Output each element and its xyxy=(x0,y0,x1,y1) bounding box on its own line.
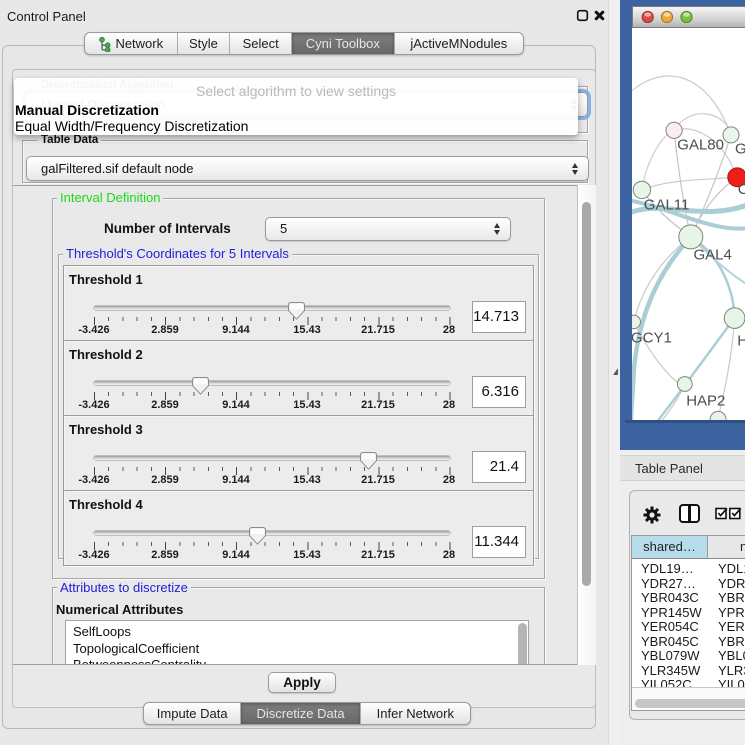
svg-text:GAL80: GAL80 xyxy=(677,137,724,154)
svg-text:GA: GA xyxy=(735,141,745,158)
svg-text:GCY1: GCY1 xyxy=(632,330,672,347)
svg-text:GAL11: GAL11 xyxy=(644,197,690,214)
svg-text:HAP2: HAP2 xyxy=(686,392,725,409)
svg-text:GAL4: GAL4 xyxy=(694,247,732,264)
svg-text:C: C xyxy=(738,181,745,198)
svg-text:H: H xyxy=(737,333,745,350)
